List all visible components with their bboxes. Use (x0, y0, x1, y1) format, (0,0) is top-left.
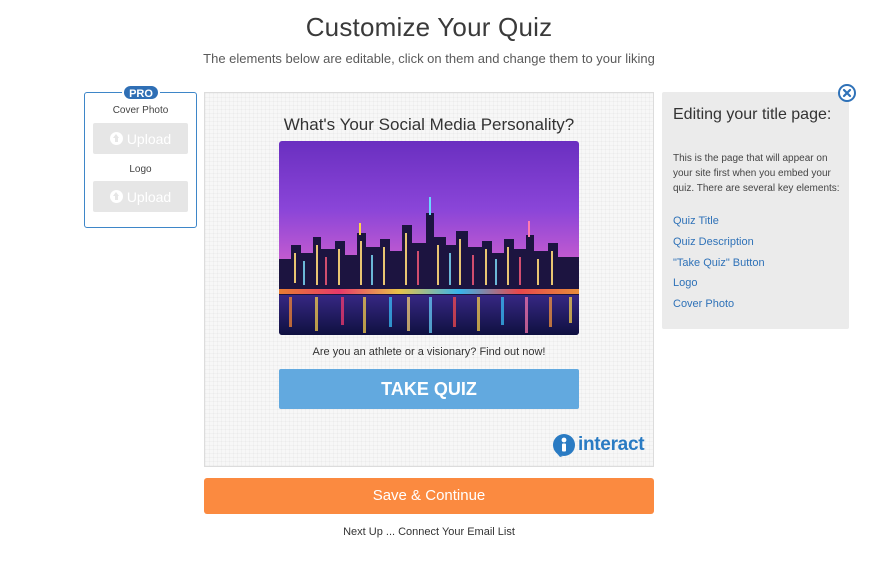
interact-logo-icon (553, 434, 575, 457)
close-icon[interactable] (838, 84, 856, 102)
cover-photo-label: Cover Photo (112, 105, 169, 116)
customize-quiz-page: Customize Your Quiz The elements below a… (0, 0, 895, 561)
cover-photo-upload-button[interactable]: Upload (93, 123, 188, 154)
city-skyline-image (279, 141, 579, 335)
help-link-quiz-title[interactable]: Quiz Title (673, 215, 719, 227)
cover-photo[interactable] (279, 141, 579, 335)
logo-label: Logo (129, 164, 152, 175)
help-body: This is the page that will appear on you… (673, 153, 840, 194)
logo-upload-button[interactable]: Upload (93, 181, 188, 212)
quiz-description[interactable]: Are you an athlete or a visionary? Find … (205, 346, 653, 358)
next-up-text: Next Up ... Connect Your Email List (343, 526, 515, 538)
quiz-title[interactable]: What's Your Social Media Personality? (205, 115, 653, 135)
media-upload-panel: PRO Cover Photo Upload Logo Upload (84, 84, 197, 228)
close-x-glyph (842, 88, 852, 98)
upload-arrow-icon (109, 132, 123, 145)
quiz-title-page-preview: What's Your Social Media Personality? Ar… (204, 92, 654, 467)
help-panel: Editing your title page: This is the pag… (662, 92, 849, 329)
interact-logo[interactable]: interact (552, 431, 645, 459)
interact-logo-text: interact (578, 434, 645, 455)
help-link-take-quiz-button[interactable]: "Take Quiz" Button (673, 257, 765, 269)
upload-button-label: Upload (126, 130, 172, 147)
upload-arrow-icon (109, 190, 123, 203)
help-link-cover-photo[interactable]: Cover Photo (673, 298, 734, 310)
save-continue-button[interactable]: Save & Continue (204, 478, 654, 514)
help-link-logo[interactable]: Logo (673, 277, 697, 289)
page-subtitle: The elements below are editable, click o… (203, 51, 655, 66)
pro-badge: PRO (122, 84, 160, 101)
take-quiz-button[interactable]: TAKE QUIZ (279, 369, 579, 409)
help-heading: Editing your title page: (673, 106, 832, 123)
upload-button-label: Upload (126, 188, 172, 205)
help-link-quiz-description[interactable]: Quiz Description (673, 236, 754, 248)
page-title: Customize Your Quiz (305, 12, 553, 42)
